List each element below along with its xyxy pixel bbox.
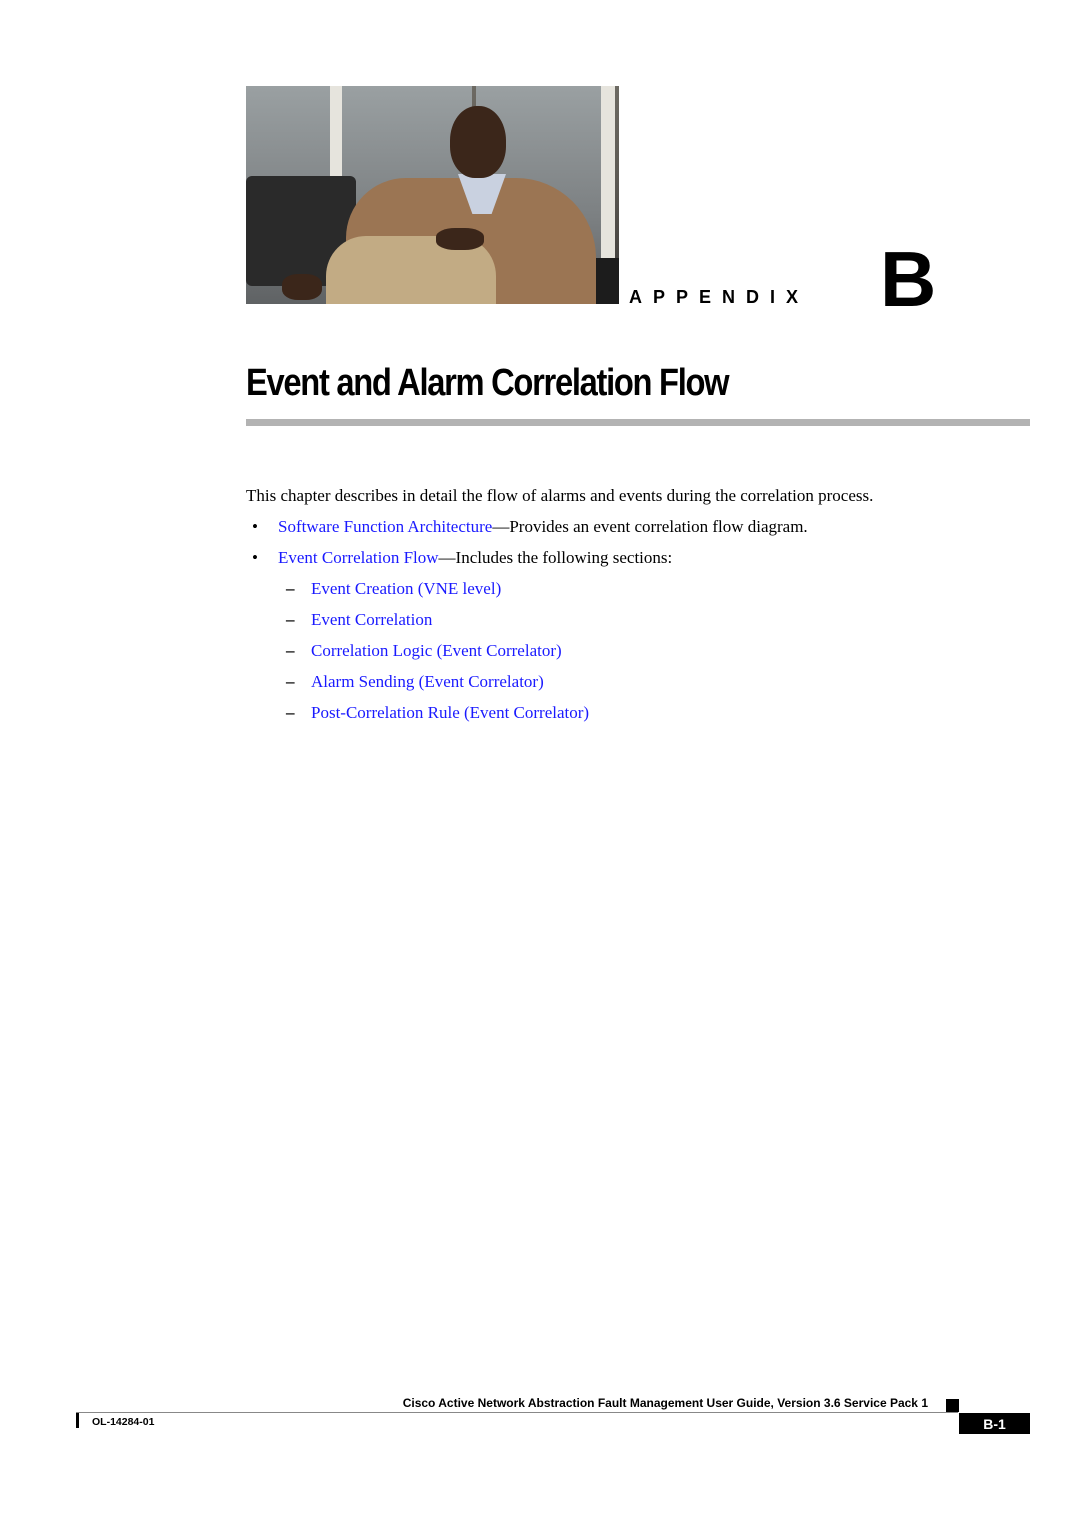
dash-icon: – — [286, 579, 295, 598]
bullet-description: —Provides an event correlation flow diag… — [492, 517, 808, 536]
photo-hand — [282, 274, 322, 300]
photo-head — [450, 106, 506, 178]
link-event-correlation-flow[interactable]: Event Correlation Flow — [278, 548, 439, 567]
page-number: B-1 — [983, 1415, 1006, 1432]
subsection-item: – Correlation Logic (Event Correlator) — [286, 641, 562, 661]
link-event-creation[interactable]: Event Creation (VNE level) — [311, 579, 501, 598]
link-software-function-architecture[interactable]: Software Function Architecture — [278, 517, 492, 536]
page-title: Event and Alarm Correlation Flow — [246, 362, 730, 404]
bullet-description: —Includes the following sections: — [438, 548, 673, 567]
bullet-item: • Software Function Architecture—Provides… — [252, 517, 808, 537]
link-alarm-sending[interactable]: Alarm Sending (Event Correlator) — [311, 672, 544, 691]
footer-square-marker — [946, 1399, 959, 1412]
dash-icon: – — [286, 703, 295, 722]
link-correlation-logic[interactable]: Correlation Logic (Event Correlator) — [311, 641, 562, 660]
subsection-item: – Alarm Sending (Event Correlator) — [286, 672, 544, 692]
photo-hand — [436, 228, 484, 250]
title-divider — [246, 419, 1030, 426]
subsection-item: – Event Correlation — [286, 610, 432, 630]
appendix-label: APPENDIX — [629, 287, 810, 307]
dash-icon: – — [286, 641, 295, 660]
intro-paragraph: This chapter describes in detail the flo… — [246, 486, 874, 505]
bullet-icon: • — [252, 548, 258, 567]
page-number-badge: B-1 — [959, 1413, 1030, 1434]
footer-divider — [76, 1412, 958, 1413]
appendix-letter: B — [880, 235, 937, 323]
chapter-photo — [246, 86, 619, 304]
photo-pillar — [601, 86, 615, 261]
footer-doc-number: OL-14284-01 — [92, 1416, 155, 1428]
subsection-item: – Post-Correlation Rule (Event Correlator… — [286, 703, 589, 723]
bullet-item: • Event Correlation Flow—Includes the fol… — [252, 548, 672, 568]
dash-icon: – — [286, 610, 295, 629]
link-event-correlation[interactable]: Event Correlation — [311, 610, 432, 629]
subsection-item: – Event Creation (VNE level) — [286, 579, 501, 599]
footer-left-marker — [76, 1413, 79, 1428]
link-post-correlation-rule[interactable]: Post-Correlation Rule (Event Correlator) — [311, 703, 589, 722]
bullet-icon: • — [252, 517, 258, 536]
footer-guide-title: Cisco Active Network Abstraction Fault M… — [402, 1396, 928, 1410]
dash-icon: – — [286, 672, 295, 691]
